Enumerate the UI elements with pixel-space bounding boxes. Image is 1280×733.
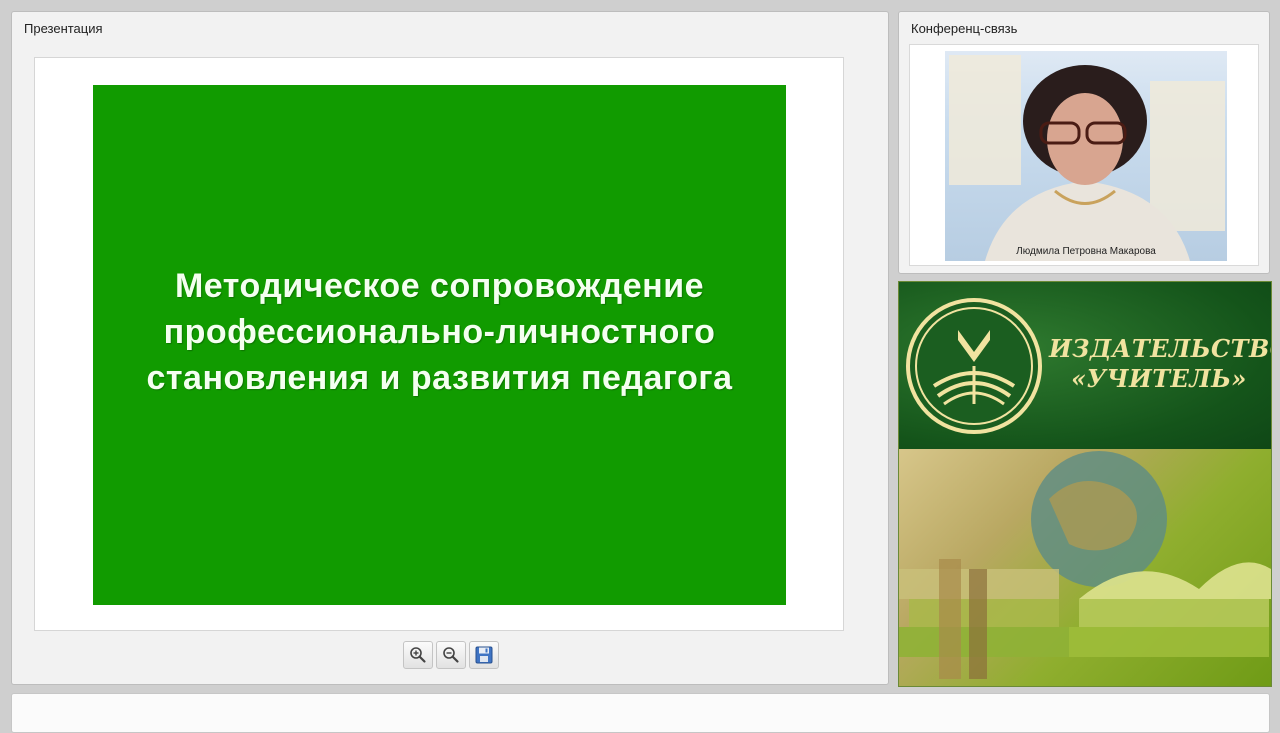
presentation-toolbar <box>403 641 499 671</box>
zoom-in-icon <box>410 647 426 663</box>
globe-and-books-illustration <box>899 451 1271 679</box>
slide: Методическое сопровождение профессиональ… <box>93 85 786 605</box>
speaker-silhouette <box>985 65 1190 261</box>
zoom-out-icon <box>443 647 459 663</box>
speaker-video: Людмила Петровна Макарова <box>945 51 1227 261</box>
conference-panel: Конференц-связь Людмила Петровна Макаров… <box>898 11 1270 274</box>
publisher-name: ИЗДАТЕЛЬСТВО «УЧИТЕЛЬ» <box>1049 334 1272 393</box>
slide-title: Методическое сопровождение профессиональ… <box>146 267 733 397</box>
banner-header: ИЗДАТЕЛЬСТВО «УЧИТЕЛЬ» <box>899 282 1271 449</box>
zoom-out-button[interactable] <box>436 641 466 669</box>
zoom-in-button[interactable] <box>403 641 433 669</box>
publisher-banner: ИЗДАТЕЛЬСТВО «УЧИТЕЛЬ» <box>898 281 1272 687</box>
banner-image <box>899 449 1271 686</box>
presentation-panel-title: Презентация <box>24 21 103 36</box>
presentation-panel: Презентация Методическое сопровождение п… <box>11 11 889 685</box>
video-feed[interactable]: Людмила Петровна Макарова <box>909 44 1259 266</box>
slide-frame: Методическое сопровождение профессиональ… <box>34 57 844 631</box>
bottom-panel <box>11 693 1270 733</box>
speaker-name: Людмила Петровна Макарова <box>1016 246 1156 257</box>
save-button[interactable] <box>469 641 499 669</box>
conference-panel-title: Конференц-связь <box>911 21 1018 36</box>
save-icon <box>475 646 493 664</box>
publisher-logo-icon <box>906 298 1042 434</box>
